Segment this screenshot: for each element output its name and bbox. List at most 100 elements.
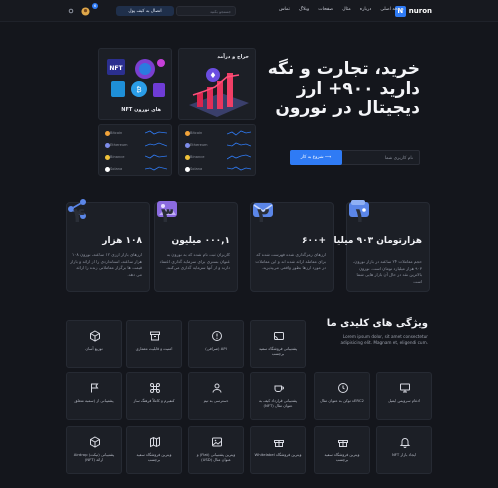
- feature-tile[interactable]: توزیع آسان: [66, 320, 122, 368]
- connect-wallet-button[interactable]: اتصال به کیف پول: [116, 6, 174, 16]
- nft-card[interactable]: NFT ₿ NFT های نورون: [98, 48, 172, 120]
- coin-row-bitcoin: Bitcoin: [103, 129, 167, 137]
- svg-text:₿: ₿: [136, 86, 141, 94]
- stat-number: ۲: [257, 203, 270, 227]
- image-icon: [212, 437, 222, 447]
- settings-icon[interactable]: [66, 6, 76, 16]
- main-nav: صفحه اصلی درباره مثال صفحات وبلاگ تماس: [279, 7, 404, 12]
- bell-icon: [399, 438, 411, 448]
- feature-tile[interactable]: دسترسی به تیم: [188, 372, 244, 420]
- feature-label: ویترین فروشگاه سفید برچسب: [136, 452, 172, 463]
- flag-icon: [91, 383, 99, 393]
- feature-label: پشتیبانی فروشگاه سفید برچسب: [258, 346, 298, 357]
- coin-name: Binance: [110, 155, 125, 159]
- nav-contact[interactable]: تماس: [279, 7, 290, 12]
- coin-name: Solana: [190, 167, 203, 171]
- feature-tile[interactable]: پشتیبانی قرارداد کیف به عنوان مثال (NFT): [250, 372, 306, 420]
- stat-number: ۳: [161, 203, 174, 227]
- feature-tile[interactable]: ویترین پشتیبانی (Fiat) و عنوان مثال (USD…: [188, 426, 244, 474]
- feature-label: API (صرافی): [205, 346, 227, 351]
- price-card-1[interactable]: Bitcoin Ethereum Binance Solana: [178, 124, 256, 176]
- feature-tile[interactable]: ERC2ه توکن به عنوان مثال: [314, 372, 370, 420]
- nav-example[interactable]: مثال: [342, 7, 351, 12]
- feature-label: امنیت و قابلیت معماری: [135, 346, 173, 351]
- package-icon: [90, 436, 100, 448]
- sparkline-icon: [227, 154, 251, 160]
- feature-label: پشتیبانی قرارداد کیف به عنوان مثال (NFT): [258, 398, 298, 409]
- cast-icon: [274, 332, 284, 340]
- coin-row-binance: Binance: [183, 153, 251, 161]
- sparkline-icon: [145, 154, 167, 159]
- feature-tile[interactable]: امنیت و قابلیت معماری: [126, 320, 182, 368]
- sparkline-icon: [145, 130, 167, 135]
- coin-name: Ethereum: [190, 143, 208, 147]
- stat-card-hours: ۴ ۱۰۸ هزار ارزهای بازار ارزی ۱۲ ساعته، ن…: [66, 199, 150, 292]
- coin-name: Solana: [110, 167, 123, 171]
- features-subtitle: Lorem ipsum dolor, sit amet consectetur …: [340, 334, 428, 346]
- coin-row-bitcoin: Bitcoin: [183, 129, 251, 137]
- feature-tile[interactable]: کنفیرم و کاملاً فرهنگ ساز: [126, 372, 182, 420]
- feature-label: ایجاد بازار NFT: [391, 452, 417, 457]
- feature-tile[interactable]: ویترین فروشگاه سفید برچسب: [126, 426, 182, 474]
- feature-label: ERC2ه توکن به عنوان مثال: [320, 398, 364, 403]
- archive-icon: [150, 331, 160, 341]
- logo-text: nuron: [408, 7, 432, 15]
- feature-tile[interactable]: ویترین فروشگاه Whitelabel: [250, 426, 306, 474]
- coin-row-ethereum: Ethereum: [183, 141, 251, 149]
- stat-card-users: ۳ ۰۰۰,۱ میلیون کاربران ثبت نام شده که به…: [154, 201, 238, 292]
- alert-icon: [212, 331, 222, 341]
- avatar[interactable]: [80, 6, 90, 16]
- box-icon: [90, 330, 100, 342]
- coin-name: Ethereum: [110, 143, 128, 147]
- sparkline-icon: [145, 142, 167, 147]
- nav-home[interactable]: صفحه اصلی: [380, 7, 404, 12]
- features-title: ویژگی های کلیدی ما: [326, 318, 428, 329]
- sparkline-icon: [227, 142, 251, 147]
- feature-label: ویترین فروشگاه Whitelabel: [254, 452, 302, 457]
- feature-tile[interactable]: ایجاد بازار NFT: [376, 426, 432, 474]
- coin-row-binance: Binance: [103, 153, 167, 161]
- get-started-button[interactable]: شروع به کار ⟶: [290, 150, 342, 165]
- hero-title: خرید، تجارت و نگه دارید ۹۰۰+ ارز دیجیتال…: [267, 59, 420, 118]
- stat-description: ارزهای بازار ارزی ۱۲ ساعته، نورون ۱۰۸ هز…: [70, 252, 142, 277]
- coin-row-solana: Solana: [183, 165, 251, 173]
- stat-value: +۶۰۰: [301, 236, 326, 246]
- sparkline-icon: [227, 130, 251, 136]
- search-input[interactable]: جستجو بکنید: [176, 6, 236, 16]
- feature-label: پشتیبانی از (سمبه متعلق: [74, 398, 114, 403]
- coin-row-solana: Solana: [103, 165, 167, 173]
- clock-icon: [338, 383, 348, 393]
- coin-row-ethereum: Ethereum: [103, 141, 167, 149]
- stat-value: هزارتومان ۹۰۳ میلیارد: [323, 236, 422, 246]
- auction-card[interactable]: حراج و درآمد ♦: [178, 48, 256, 120]
- feature-label: کنفیرم و کاملاً فرهنگ ساز: [133, 398, 175, 403]
- stat-value: ۰۰۰,۱ میلیون: [171, 236, 230, 246]
- feature-label: توزیع آسان: [85, 346, 103, 351]
- top-header: N nuron صفحه اصلی درباره مثال صفحات وبلا…: [0, 0, 498, 22]
- coffee-icon: [274, 385, 284, 392]
- notification-badge: 6: [92, 3, 98, 9]
- feature-tile[interactable]: ویترین فروشگاه سفید برچسب: [314, 426, 370, 474]
- feature-tile[interactable]: API (صرافی): [188, 320, 244, 368]
- price-card-2[interactable]: Bitcoin Ethereum Binance Solana: [98, 124, 172, 176]
- gift-icon: [274, 440, 284, 447]
- sparkline-icon: [227, 166, 251, 171]
- monitor-icon: [400, 383, 410, 393]
- feature-tile[interactable]: پشتیبانی فروشگاه سفید برچسب: [250, 320, 306, 368]
- auction-chart-icon: ♦: [189, 68, 249, 117]
- nav-blog[interactable]: وبلاگ: [299, 7, 309, 12]
- coin-name: Bitcoin: [190, 131, 203, 135]
- nav-about[interactable]: درباره: [360, 7, 372, 12]
- stat-number: ۱: [353, 203, 366, 227]
- command-icon: [150, 383, 160, 393]
- feature-tile[interactable]: ادغام سرویس ایمیل: [376, 372, 432, 420]
- stat-number: ۴: [73, 203, 86, 227]
- feature-tile[interactable]: پشتیبانی (تیکت) Airdrop ارائه (NFT): [66, 426, 122, 474]
- nav-pages[interactable]: صفحات: [318, 7, 333, 12]
- feature-tile[interactable]: پشتیبانی از (سمبه متعلق: [66, 372, 122, 420]
- gift-icon: [338, 440, 348, 447]
- stat-card-coins: ۲ +۶۰۰ ارزهای رمزگذاری شده فهرست شده که …: [250, 202, 334, 292]
- svg-text:NFT: NFT: [109, 65, 123, 72]
- nft-illustration-icon: NFT ₿: [107, 59, 165, 97]
- nft-card-title: NFT های نورون: [121, 107, 161, 113]
